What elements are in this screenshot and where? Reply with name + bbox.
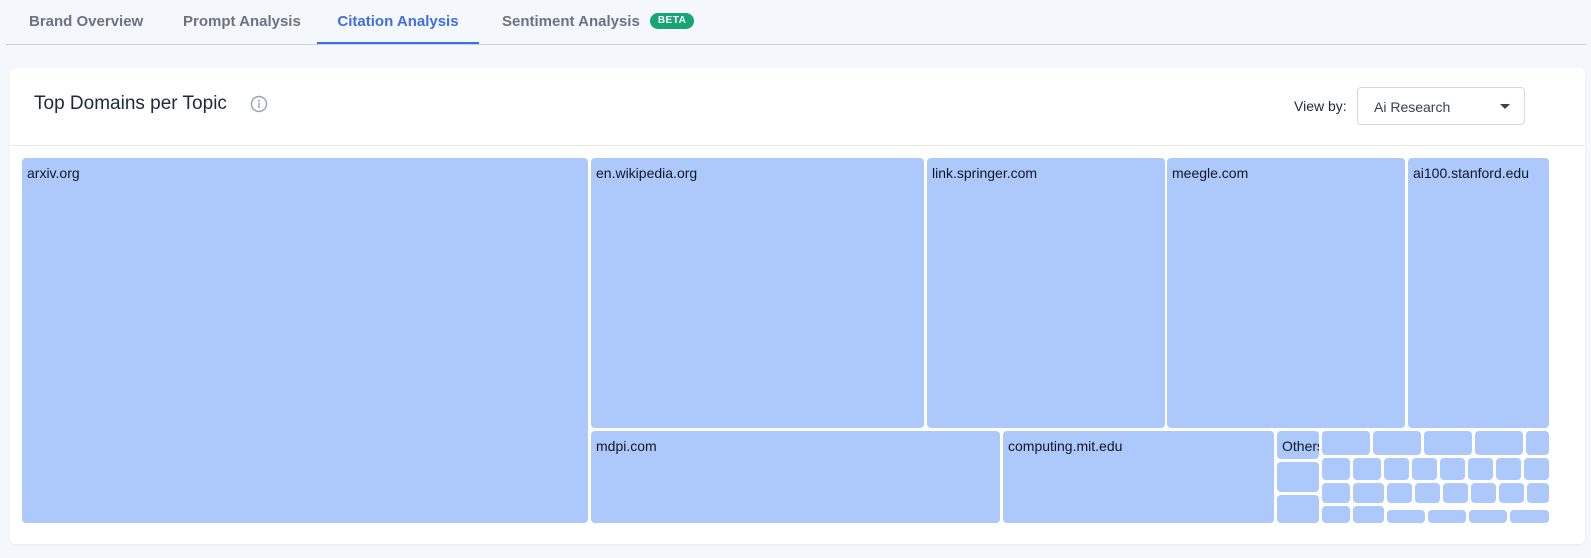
treemap-cell-small[interactable] [1526,431,1549,455]
treemap-cell-small[interactable] [1387,483,1412,503]
view-by-selected-value: Ai Research [1374,99,1451,115]
treemap-cell-small[interactable] [1527,483,1549,503]
chevron-down-icon [1500,104,1510,109]
treemap-cell-small[interactable] [1322,458,1350,480]
view-by-select[interactable]: Ai Research [1357,87,1525,125]
treemap-cell-meegle[interactable]: meegle.com [1167,158,1405,428]
treemap-cell-wikipedia[interactable]: en.wikipedia.org [591,158,924,428]
treemap-cell-small[interactable] [1373,431,1421,455]
info-icon[interactable] [250,95,268,113]
treemap-cell-small[interactable] [1353,458,1381,480]
treemap-cell-label: computing.mit.edu [1008,438,1123,454]
treemap-cell-label: Others [1282,438,1319,454]
treemap-cell-small[interactable] [1384,458,1409,480]
treemap-cell-small[interactable] [1353,506,1384,523]
treemap-cell-small[interactable] [1475,431,1523,455]
treemap-cell-label: arxiv.org [27,165,80,181]
card-header: Top Domains per Topic View by: Ai Resear… [10,68,1585,146]
treemap-cell-small[interactable] [1387,510,1425,523]
treemap-cell-label: link.springer.com [932,165,1038,181]
treemap-cell-others[interactable]: Others [1277,431,1319,459]
treemap-cell-label: en.wikipedia.org [596,165,698,181]
treemap-cell-label: mdpi.com [596,438,657,454]
treemap-cell-small[interactable] [1412,458,1437,480]
treemap-cell-small[interactable] [1353,483,1384,503]
treemap-cell-springer[interactable]: link.springer.com [927,158,1165,428]
treemap-cell-arxiv[interactable]: arxiv.org [22,158,588,523]
treemap-cell-small[interactable] [1471,483,1496,503]
tab-bar: Brand Overview Prompt Analysis Citation … [6,0,1586,45]
treemap-cell-small[interactable] [1510,510,1549,523]
treemap-cell-label: meegle.com [1172,165,1249,181]
treemap-cell-small[interactable] [1468,458,1493,480]
tab-sentiment-analysis-label: Sentiment Analysis [502,13,640,30]
treemap-cell-small[interactable] [1322,506,1350,523]
beta-badge: BETA [649,12,695,29]
treemap-cell-small[interactable] [1277,462,1319,492]
treemap-cell-stanford[interactable]: ai100.stanford.edu [1408,158,1549,428]
treemap-cell-small[interactable] [1322,483,1350,503]
treemap-cell-small[interactable] [1443,483,1468,503]
treemap-cell-mit[interactable]: computing.mit.edu [1003,431,1274,523]
treemap-cell-small[interactable] [1469,510,1507,523]
treemap-cell-small[interactable] [1440,458,1465,480]
treemap-cell-small[interactable] [1496,458,1521,480]
tab-sentiment-analysis[interactable]: Sentiment Analysis BETA [502,0,695,44]
treemap-cell-small[interactable] [1428,510,1466,523]
tab-brand-overview[interactable]: Brand Overview [29,0,143,44]
treemap-cell-small[interactable] [1322,431,1370,455]
treemap-cell-mdpi[interactable]: mdpi.com [591,431,1000,523]
treemap-cell-label: ai100.stanford.edu [1413,165,1529,181]
view-by-label: View by: [1294,98,1347,114]
domain-treemap: arxiv.org en.wikipedia.org link.springer… [22,158,1549,524]
treemap-cell-small[interactable] [1415,483,1440,503]
treemap-cell-small[interactable] [1499,483,1524,503]
tab-citation-analysis[interactable]: Citation Analysis [317,0,479,44]
card-title: Top Domains per Topic [34,93,227,114]
treemap-cell-small[interactable] [1277,495,1319,523]
tab-prompt-analysis[interactable]: Prompt Analysis [183,0,301,44]
treemap-cell-small[interactable] [1524,458,1549,480]
treemap-cell-small[interactable] [1424,431,1472,455]
top-domains-card: Top Domains per Topic View by: Ai Resear… [10,68,1585,544]
